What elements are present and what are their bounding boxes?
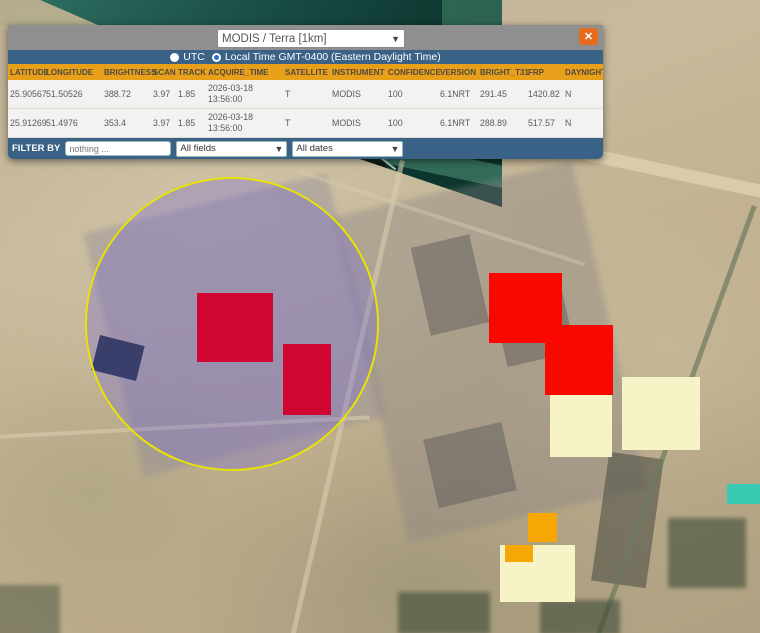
filter-fields-value: All fields [180, 143, 215, 154]
close-icon: ✕ [584, 30, 593, 43]
col-latitude: LATITUDE [8, 68, 44, 77]
dark-vegetation-patch [668, 518, 746, 588]
filter-dates-select[interactable]: All dates ▼ [292, 141, 403, 157]
filter-input[interactable] [65, 141, 171, 156]
dark-ground-patch [398, 592, 490, 633]
dataset-select[interactable]: MODIS / Terra [1km] ▼ [217, 29, 405, 48]
local-time-radio-group[interactable]: Local Time GMT-0400 (Eastern Daylight Ti… [212, 51, 441, 63]
fire-footprint-crimson-1[interactable] [197, 293, 273, 362]
chevron-down-icon: ▼ [391, 34, 400, 44]
cell-satellite: T [283, 89, 330, 99]
panel-titlebar: MODIS / Terra [1km] ▼ ✕ [8, 25, 603, 50]
col-acquire-time: ACQUIRE_TIME [206, 68, 283, 77]
col-scan: SCAN [151, 68, 176, 77]
fire-detection-row[interactable]: 25.90567 51.50526 388.72 3.97 1.85 2026-… [8, 80, 603, 109]
cell-longitude: 51.4976 [44, 118, 102, 128]
cell-longitude: 51.50526 [44, 89, 102, 99]
cell-frp: 1420.82 [526, 89, 563, 99]
turquoise-pool [727, 484, 760, 504]
chevron-down-icon: ▼ [390, 144, 399, 154]
col-brightness: BRIGHTNESS [102, 68, 151, 77]
time-mode-bar: UTC Local Time GMT-0400 (Eastern Dayligh… [8, 50, 603, 64]
cell-latitude: 25.91269 [8, 118, 44, 128]
dataset-select-value: MODIS / Terra [1km] [222, 33, 327, 45]
cell-track: 1.85 [176, 118, 206, 128]
fire-footprint-cream-1[interactable] [550, 395, 612, 457]
cell-brightness: 388.72 [102, 89, 151, 99]
cell-track: 1.85 [176, 89, 206, 99]
cell-daynight: N [563, 118, 603, 128]
filter-bar: FILTER BY All fields ▼ All dates ▼ [8, 138, 603, 159]
filter-fields-select[interactable]: All fields ▼ [176, 141, 287, 157]
fire-footprint-cream-2[interactable] [622, 377, 700, 450]
cell-acquire-time: 2026-03-18 13:56:00 [206, 112, 283, 134]
fire-footprint-crimson-2[interactable] [283, 344, 331, 415]
col-satellite: SATELLITE [283, 68, 330, 77]
fire-footprint-orange-1[interactable] [528, 513, 557, 542]
firms-map-screen: MODIS / Terra [1km] ▼ ✕ UTC Local Time G… [0, 0, 760, 633]
utc-radio-label: UTC [183, 51, 205, 63]
utc-radio-group[interactable]: UTC [170, 51, 205, 63]
chevron-down-icon: ▼ [274, 144, 283, 154]
fire-footprint-orange-2[interactable] [505, 545, 533, 562]
cell-scan: 3.97 [151, 89, 176, 99]
cell-satellite: T [283, 118, 330, 128]
cell-bright-t31: 288.89 [478, 118, 526, 128]
col-bright-t31: BRIGHT_T31 [478, 68, 526, 77]
close-button[interactable]: ✕ [579, 28, 598, 45]
col-instrument: INSTRUMENT [330, 68, 386, 77]
cell-brightness: 353.4 [102, 118, 151, 128]
cell-version: 6.1NRT [438, 89, 478, 99]
cell-acquire-time: 2026-03-18 13:56:00 [206, 83, 283, 105]
dark-ground-patch [0, 585, 60, 633]
fire-footprint-red-2[interactable] [545, 325, 613, 395]
fire-detection-row[interactable]: 25.91269 51.4976 353.4 3.97 1.85 2026-03… [8, 109, 603, 138]
cell-instrument: MODIS [330, 89, 386, 99]
utc-radio[interactable] [170, 53, 179, 62]
col-frp: FRP [526, 68, 563, 77]
filter-by-label: FILTER BY [12, 143, 60, 154]
col-daynight: DAYNIGHT [563, 68, 603, 77]
table-header-row: LATITUDE LONGITUDE BRIGHTNESS SCAN TRACK… [8, 64, 603, 80]
cell-confidence: 100 [386, 118, 438, 128]
cell-bright-t31: 291.45 [478, 89, 526, 99]
cell-instrument: MODIS [330, 118, 386, 128]
cell-scan: 3.97 [151, 118, 176, 128]
col-longitude: LONGITUDE [44, 68, 102, 77]
filter-dates-value: All dates [296, 143, 332, 154]
col-confidence: CONFIDENCE [386, 68, 438, 77]
firms-data-panel: MODIS / Terra [1km] ▼ ✕ UTC Local Time G… [8, 25, 603, 159]
cell-daynight: N [563, 89, 603, 99]
col-version: VERSION [438, 68, 478, 77]
cell-frp: 517.57 [526, 118, 563, 128]
beach-strip [586, 148, 760, 201]
cell-latitude: 25.90567 [8, 89, 44, 99]
dark-ground-patch [540, 600, 620, 633]
local-time-radio-label: Local Time GMT-0400 (Eastern Daylight Ti… [225, 51, 441, 63]
cell-confidence: 100 [386, 89, 438, 99]
local-time-radio[interactable] [212, 53, 221, 62]
cell-version: 6.1NRT [438, 118, 478, 128]
col-track: TRACK [176, 68, 206, 77]
